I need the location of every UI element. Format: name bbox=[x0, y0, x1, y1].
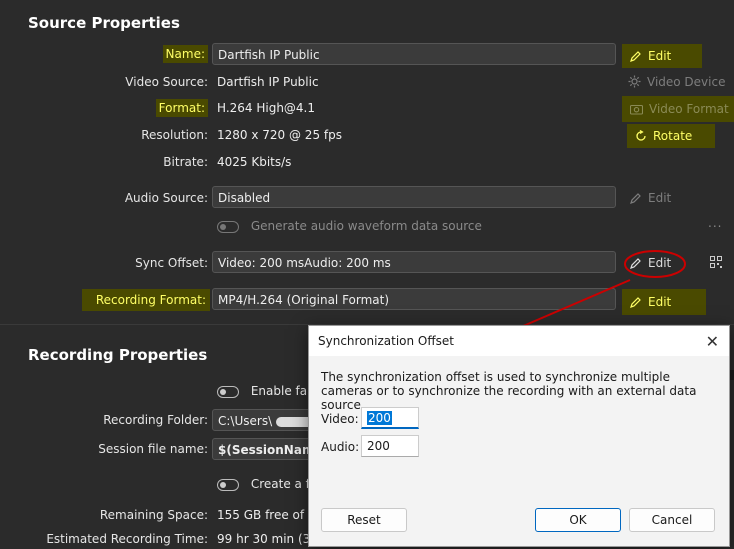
reset-button[interactable]: Reset bbox=[321, 508, 407, 532]
annotation-circle bbox=[624, 250, 686, 278]
video-offset-input[interactable]: 200 bbox=[361, 407, 419, 429]
audio-offset-input[interactable]: 200 bbox=[361, 435, 419, 457]
ok-button[interactable]: OK bbox=[535, 508, 621, 532]
video-offset-label: Video: bbox=[321, 412, 359, 426]
dialog-description: The synchronization offset is used to sy… bbox=[321, 370, 697, 412]
sync-offset-dialog: Synchronization Offset ✕ The synchroniza… bbox=[308, 325, 730, 547]
video-offset-value: 200 bbox=[367, 411, 392, 425]
cancel-button[interactable]: Cancel bbox=[629, 508, 715, 532]
close-icon[interactable]: ✕ bbox=[706, 332, 719, 351]
dialog-title: Synchronization Offset bbox=[318, 334, 454, 348]
audio-offset-label: Audio: bbox=[321, 440, 360, 454]
dialog-titlebar: Synchronization Offset ✕ bbox=[309, 326, 729, 356]
